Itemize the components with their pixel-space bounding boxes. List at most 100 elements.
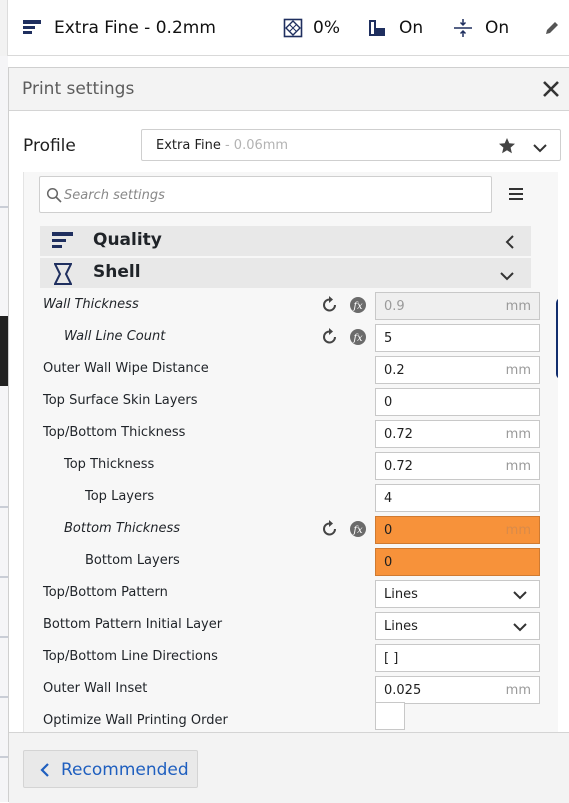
setting-unit: mm — [505, 427, 531, 442]
setting-value: 4 — [384, 491, 393, 506]
category-label: Shell — [93, 262, 141, 282]
function-icon[interactable]: fx — [349, 328, 367, 350]
setting-label: Top/Bottom Line Directions — [43, 649, 218, 664]
infill-summary[interactable]: 0% — [283, 0, 340, 56]
svg-text:fx: fx — [352, 525, 363, 536]
category-label: Quality — [93, 230, 162, 250]
setting-input[interactable]: 0.025 mm — [375, 676, 540, 704]
setting-value: 0.2 — [384, 363, 405, 378]
settings-menu-icon[interactable] — [508, 186, 524, 205]
reset-icon[interactable] — [321, 520, 339, 542]
setting-input[interactable]: 0 mm — [375, 516, 540, 544]
print-profile-summary[interactable]: Extra Fine - 0.2mm — [22, 0, 216, 56]
setting-label: Top/Bottom Thickness — [43, 425, 186, 440]
search-input[interactable] — [62, 183, 482, 207]
function-icon[interactable]: fx — [349, 296, 367, 318]
setting-label: Bottom Layers — [85, 553, 180, 568]
setting-row-bottom-pattern-initial-layer: Bottom Pattern Initial Layer Lines — [24, 609, 558, 641]
setting-label: Outer Wall Inset — [43, 681, 148, 696]
infill-value: 0% — [313, 18, 340, 38]
infill-icon — [283, 18, 303, 38]
chevron-down-icon — [499, 266, 515, 285]
setting-input[interactable]: 0.72 mm — [375, 452, 540, 480]
setting-value: 5 — [384, 331, 393, 346]
settings-list[interactable]: Quality Shell Wall Thicknes — [23, 172, 558, 732]
setting-input[interactable]: 4 — [375, 484, 540, 512]
panel-title: Print settings — [22, 79, 135, 99]
setting-input[interactable]: 5 — [375, 324, 540, 352]
edit-pencil-icon[interactable] — [544, 0, 560, 56]
search-box[interactable] — [39, 176, 492, 213]
reset-icon[interactable] — [321, 328, 339, 350]
setting-value: 0.72 — [384, 459, 413, 474]
setting-input[interactable]: 0 — [375, 388, 540, 416]
search-icon — [46, 187, 62, 207]
setting-unit: mm — [505, 299, 531, 314]
adhesion-summary[interactable]: On — [453, 0, 509, 56]
setting-input[interactable]: [ ] — [375, 644, 540, 672]
setting-row-top-bottom-thickness: Top/Bottom Thickness 0.72 mm — [24, 417, 558, 449]
category-shell[interactable]: Shell — [40, 258, 531, 288]
setting-row-top-surface-skin-layers: Top Surface Skin Layers 0 — [24, 385, 558, 417]
category-quality[interactable]: Quality — [40, 226, 531, 256]
setting-value: 0.9 — [384, 299, 405, 314]
setting-row-top-bottom-line-directions: Top/Bottom Line Directions [ ] — [24, 641, 558, 673]
setting-value: [ ] — [384, 651, 399, 666]
setting-value: 0.025 — [384, 683, 422, 698]
adhesion-value: On — [485, 18, 510, 38]
recommended-label: Recommended — [61, 760, 189, 780]
profile-dropdown[interactable]: Extra Fine - 0.06mm — [141, 129, 561, 161]
setting-unit: mm — [505, 683, 531, 698]
recommended-button[interactable]: Recommended — [23, 750, 198, 788]
setting-input[interactable]: 0.72 mm — [375, 420, 540, 448]
setting-label: Wall Line Count — [64, 329, 166, 344]
setting-input[interactable]: 0.9 mm — [375, 292, 540, 320]
support-icon — [367, 18, 387, 38]
setting-label: Top Layers — [85, 489, 155, 504]
support-value: On — [399, 18, 424, 38]
viewport-background — [0, 56, 8, 802]
setting-row-outer-wall-inset: Outer Wall Inset 0.025 mm — [24, 673, 558, 705]
panel-header: Print settings — [9, 68, 569, 111]
profile-label: Profile — [23, 136, 76, 156]
setting-input[interactable]: 0.2 mm — [375, 356, 540, 384]
support-summary[interactable]: On — [367, 0, 423, 56]
setting-row-top-thickness: Top Thickness 0.72 mm — [24, 449, 558, 481]
setting-checkbox[interactable] — [375, 702, 405, 730]
shell-icon — [53, 263, 73, 289]
top-bar: Extra Fine - 0.2mm 0% On On — [0, 0, 569, 56]
quality-icon — [22, 18, 42, 38]
setting-row-optimize-wall-printing-order: Optimize Wall Printing Order — [24, 702, 558, 732]
setting-unit: mm — [505, 363, 531, 378]
setting-row-top-bottom-pattern: Top/Bottom Pattern Lines — [24, 577, 558, 609]
star-icon[interactable] — [498, 137, 516, 159]
setting-label: Top Thickness — [64, 457, 155, 472]
chevron-left-icon — [505, 234, 515, 254]
print-settings-panel: Print settings Profile Extra Fine - 0.06… — [8, 67, 569, 803]
setting-label: Wall Thickness — [43, 297, 139, 312]
close-icon[interactable] — [540, 78, 562, 100]
scrollbar-thumb[interactable] — [556, 298, 558, 379]
setting-row-outer-wall-wipe-distance: Outer Wall Wipe Distance 0.2 mm — [24, 353, 558, 385]
setting-value: Lines — [384, 587, 418, 602]
reset-icon[interactable] — [321, 296, 339, 318]
setting-input[interactable]: 0 — [375, 548, 540, 576]
quality-icon — [52, 231, 74, 255]
svg-text:fx: fx — [352, 301, 363, 312]
setting-value: 0 — [384, 395, 393, 410]
chevron-left-icon — [40, 762, 50, 782]
setting-row-wall-thickness: Wall Thickness fx 0.9 mm — [24, 289, 558, 321]
chevron-down-icon[interactable] — [532, 139, 548, 158]
setting-select[interactable]: Lines — [375, 580, 540, 608]
svg-text:fx: fx — [352, 333, 363, 344]
chevron-down-icon — [513, 589, 527, 604]
setting-select[interactable]: Lines — [375, 612, 540, 640]
chevron-down-icon — [513, 621, 527, 636]
setting-value: 0 — [384, 523, 393, 538]
setting-row-bottom-layers: Bottom Layers 0 — [24, 545, 558, 577]
profile-name: Extra Fine - 0.06mm — [156, 138, 289, 153]
setting-label: Top/Bottom Pattern — [43, 585, 168, 600]
function-icon[interactable]: fx — [349, 520, 367, 542]
adhesion-icon — [453, 18, 473, 38]
panel-footer: Recommended — [9, 732, 569, 803]
